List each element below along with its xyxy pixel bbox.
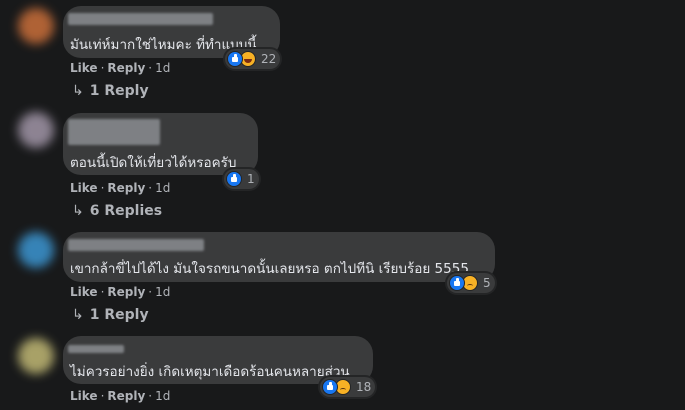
comment-actions: Like · Reply · 1d [70,285,171,299]
view-replies-button[interactable]: ↳ 1 Reply [72,83,149,99]
reply-button[interactable]: Reply [107,61,145,75]
like-icon [322,379,338,395]
reply-arrow-icon: ↳ [72,83,84,99]
comment-text: ตอนนี้เปิดให้เที่ยวได้หรอครับ [70,155,237,171]
comment-actions: Like · Reply · 1d [70,389,171,403]
reaction-count: 1 [247,172,255,186]
avatar[interactable] [18,232,54,268]
author-name-redacted[interactable] [68,239,204,251]
reaction-count: 5 [483,276,491,290]
like-button[interactable]: Like [70,389,98,403]
reply-arrow-icon: ↳ [72,203,84,219]
comment-actions: Like · Reply · 1d [70,61,171,75]
avatar[interactable] [18,338,54,374]
like-button[interactable]: Like [70,61,98,75]
reaction-count: 22 [261,52,277,66]
reply-button[interactable]: Reply [107,389,145,403]
avatar[interactable] [18,112,54,148]
author-name-redacted[interactable] [68,13,213,25]
like-button[interactable]: Like [70,285,98,299]
replies-count-label: 1 Reply [89,307,149,323]
replies-count-label: 1 Reply [89,83,149,99]
view-replies-button[interactable]: ↳ 1 Reply [72,307,149,323]
reply-arrow-icon: ↳ [72,307,84,323]
comment-time[interactable]: 1d [155,181,170,195]
reply-button[interactable]: Reply [107,181,145,195]
view-replies-button[interactable]: ↳ 6 Replies [72,203,162,219]
reaction-summary[interactable]: 5 [447,273,495,293]
comment-time[interactable]: 1d [155,285,170,299]
like-icon [449,275,465,291]
like-icon [227,51,243,67]
replies-count-label: 6 Replies [89,203,163,219]
author-name-redacted[interactable] [68,345,124,353]
reaction-summary[interactable]: 1 [224,169,259,189]
reply-button[interactable]: Reply [107,285,145,299]
comment-bubble: เขากล้าขี่ไปได้ไง มันใจรถขนาดนั้นเลยหรอ … [63,232,495,282]
comment-time[interactable]: 1d [155,61,170,75]
comment-text: ไม่ควรอย่างยิ่ง เกิดเหตุมาเดือดร้อนคนหลา… [70,364,350,380]
comment-actions: Like · Reply · 1d [70,181,171,195]
like-button[interactable]: Like [70,181,98,195]
reaction-summary[interactable]: 22 [225,49,281,69]
author-name-redacted[interactable] [68,119,160,145]
comment-bubble: ตอนนี้เปิดให้เที่ยวได้หรอครับ [63,113,258,175]
avatar[interactable] [18,8,54,44]
comment-time[interactable]: 1d [155,389,170,403]
like-icon [226,171,242,187]
reaction-summary[interactable]: 18 [320,377,376,397]
comment-text: เขากล้าขี่ไปได้ไง มันใจรถขนาดนั้นเลยหรอ … [70,261,469,277]
reaction-count: 18 [356,380,372,394]
